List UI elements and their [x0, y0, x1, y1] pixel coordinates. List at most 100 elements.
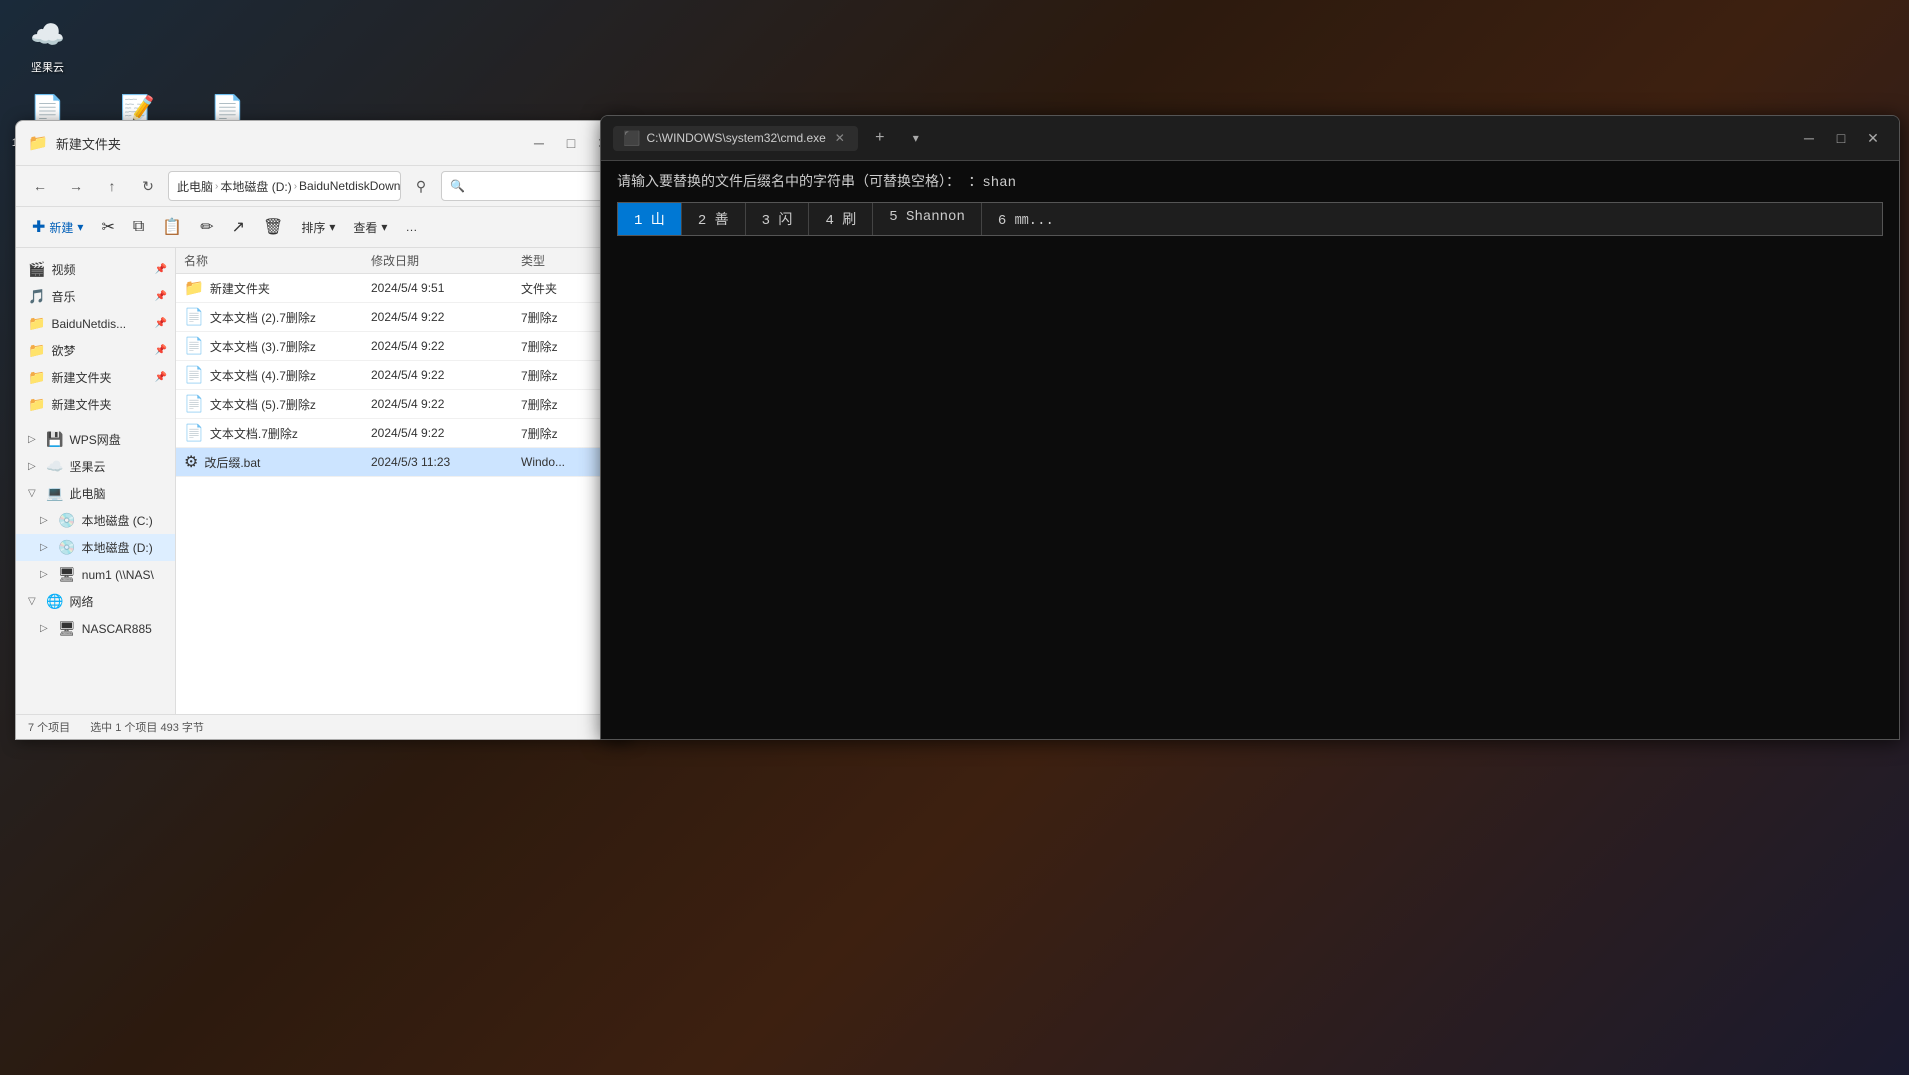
- sidebar-jianguoyun-label: 坚果云: [69, 458, 105, 475]
- file-modified: 2024/5/3 11:23: [371, 455, 521, 469]
- suggestion-item[interactable]: 2 善: [682, 203, 746, 235]
- maximize-button[interactable]: □: [557, 129, 585, 157]
- file-type-icon: ⚙: [184, 452, 198, 472]
- address-breadcrumb: 此电脑 › 本地磁盘 (D:) › BaiduNetdiskDownlo...: [177, 178, 401, 195]
- cmd-dropdown-button[interactable]: ▾: [902, 124, 930, 152]
- cmd-minimize-button[interactable]: ─: [1795, 124, 1823, 152]
- xiumeng-icon: 📁: [28, 342, 45, 359]
- new-button[interactable]: ✚ 新建 ▾: [24, 211, 91, 243]
- suggestion-item[interactable]: 5 Shannon: [873, 203, 982, 235]
- xinjian2-icon: 📁: [28, 396, 45, 413]
- wps-icon: 💾: [46, 431, 63, 448]
- sidebar-item-nasa885[interactable]: ▷ 🖥 NASCAR885: [16, 615, 175, 642]
- sidebar-item-video[interactable]: 🎬 视频 📌: [16, 256, 175, 283]
- search-icon-btn[interactable]: ⚲: [405, 170, 437, 202]
- sidebar-music-label: 音乐: [51, 288, 75, 305]
- pin-icon-music: 📌: [155, 291, 167, 302]
- jianguoyun-icon: ☁️: [24, 10, 72, 58]
- sidebar-item-wps[interactable]: ▷ 💾 WPS网盘: [16, 426, 175, 453]
- table-row[interactable]: 📁 新建文件夹 2024/5/4 9:51 文件夹: [176, 274, 629, 303]
- sidebar-item-xinjian2[interactable]: 📁 新建文件夹: [16, 391, 175, 418]
- file-name-cell: 📄 文本文档 (4).7删除z: [184, 365, 371, 385]
- copy-button[interactable]: ⧉: [125, 211, 152, 243]
- search-bar[interactable]: 🔍: [441, 171, 621, 201]
- view-label: 查看: [353, 219, 377, 236]
- sidebar-item-thispc[interactable]: ▽ 💻 此电脑: [16, 480, 175, 507]
- sidebar-item-local-d[interactable]: ▷ 💿 本地磁盘 (D:): [16, 534, 175, 561]
- cmd-tab-close-button[interactable]: ✕: [832, 130, 848, 146]
- network-arrow: ▽: [28, 596, 40, 607]
- table-row[interactable]: ⚙ 改后缀.bat 2024/5/3 11:23 Windo...: [176, 448, 629, 477]
- cmd-new-tab-button[interactable]: +: [866, 124, 894, 152]
- share-button[interactable]: ↗: [224, 211, 253, 243]
- cmd-content[interactable]: 请输入要替换的文件后缀名中的字符串（可替换空格）： ：shan 1 山2 善3 …: [601, 161, 1899, 739]
- suggestion-item[interactable]: 6 ㎜...: [982, 203, 1070, 235]
- table-row[interactable]: 📄 文本文档 (5).7删除z 2024/5/4 9:22 7删除z: [176, 390, 629, 419]
- sidebar-item-jianguoyun[interactable]: ▷ ☁️ 坚果云: [16, 453, 175, 480]
- rename-button[interactable]: ✏: [192, 211, 221, 243]
- sidebar-item-xiumeng[interactable]: 📁 欲梦 📌: [16, 337, 175, 364]
- desktop-icon-row-1: ☁️ 坚果云: [10, 10, 265, 75]
- suggestion-item[interactable]: 1 山: [618, 203, 682, 235]
- sidebar-local-c-label: 本地磁盘 (C:): [81, 512, 152, 529]
- copy-icon: ⧉: [133, 218, 144, 236]
- table-row[interactable]: 📄 文本文档.7删除z 2024/5/4 9:22 7删除z: [176, 419, 629, 448]
- sidebar-network-label: 网络: [69, 593, 93, 610]
- file-name-cell: 📄 文本文档 (2).7删除z: [184, 307, 371, 327]
- address-thispc: 此电脑: [177, 178, 213, 195]
- cmd-tab[interactable]: ⬛ C:\WINDOWS\system32\cmd.exe ✕: [613, 126, 858, 151]
- sort-button[interactable]: 排序 ▾: [293, 211, 343, 243]
- folder-icon: 📁: [28, 133, 48, 153]
- address-bar[interactable]: 此电脑 › 本地磁盘 (D:) › BaiduNetdiskDownlo...: [168, 171, 401, 201]
- sep2: ›: [294, 181, 297, 192]
- sidebar-video-label: 视频: [51, 261, 75, 278]
- baidu-icon: 📁: [28, 315, 45, 332]
- cut-button[interactable]: ✂: [93, 211, 122, 243]
- suggestion-item[interactable]: 3 闪: [746, 203, 810, 235]
- file-name: 文本文档 (4).7删除z: [210, 367, 316, 384]
- up-button[interactable]: ↑: [96, 170, 128, 202]
- num1-icon: 🖥: [58, 566, 76, 583]
- status-selected: 选中 1 个项目 493 字节: [90, 719, 204, 735]
- cmd-maximize-button[interactable]: □: [1827, 124, 1855, 152]
- num1-arrow: ▷: [40, 569, 52, 580]
- cmd-titlebar: ⬛ C:\WINDOWS\system32\cmd.exe ✕ + ▾ ─ □ …: [601, 116, 1899, 161]
- file-name: 文本文档 (2).7删除z: [210, 309, 316, 326]
- forward-button[interactable]: →: [60, 170, 92, 202]
- cmd-title-left: ⬛ C:\WINDOWS\system32\cmd.exe ✕ + ▾: [613, 124, 930, 152]
- desktop-icon-jianguoyun[interactable]: ☁️ 坚果云: [10, 10, 85, 75]
- delete-icon: 🗑: [263, 217, 283, 237]
- sidebar-thispc-label: 此电脑: [69, 485, 105, 502]
- minimize-button[interactable]: ─: [525, 129, 553, 157]
- address-disk: 本地磁盘 (D:): [220, 178, 291, 195]
- file-type-icon: 📄: [184, 307, 204, 327]
- cmd-window: ⬛ C:\WINDOWS\system32\cmd.exe ✕ + ▾ ─ □ …: [600, 115, 1900, 740]
- file-name: 文本文档 (5).7删除z: [210, 396, 316, 413]
- suggestion-item[interactable]: 4 刷: [809, 203, 873, 235]
- file-explorer-title-left: 📁 新建文件夹: [28, 133, 121, 153]
- table-row[interactable]: 📄 文本文档 (3).7删除z 2024/5/4 9:22 7删除z: [176, 332, 629, 361]
- view-button[interactable]: 查看 ▾: [345, 211, 395, 243]
- delete-button[interactable]: 🗑: [255, 211, 291, 243]
- sort-label: 排序: [301, 219, 325, 236]
- table-row[interactable]: 📄 文本文档 (2).7删除z 2024/5/4 9:22 7删除z: [176, 303, 629, 332]
- back-button[interactable]: ←: [24, 170, 56, 202]
- file-name: 改后缀.bat: [204, 454, 260, 471]
- sidebar-xinjian1-label: 新建文件夹: [51, 369, 111, 386]
- refresh-button[interactable]: ↻: [132, 170, 164, 202]
- table-row[interactable]: 📄 文本文档 (4).7删除z 2024/5/4 9:22 7删除z: [176, 361, 629, 390]
- pin-icon-baidu: 📌: [155, 318, 167, 329]
- sidebar-item-baidunetdisk[interactable]: 📁 BaiduNetdis... 📌: [16, 310, 175, 337]
- jianguoyun-sidebar-icon: ☁️: [46, 458, 63, 475]
- file-modified: 2024/5/4 9:22: [371, 368, 521, 382]
- sidebar-item-music[interactable]: 🎵 音乐 📌: [16, 283, 175, 310]
- more-options-button[interactable]: …: [397, 211, 425, 243]
- file-modified: 2024/5/4 9:22: [371, 426, 521, 440]
- file-name-cell: 📁 新建文件夹: [184, 278, 371, 298]
- sidebar-item-num1[interactable]: ▷ 🖥 num1 (\\NAS\: [16, 561, 175, 588]
- cmd-close-button[interactable]: ✕: [1859, 124, 1887, 152]
- sidebar-item-network[interactable]: ▽ 🌐 网络: [16, 588, 175, 615]
- sidebar-item-xinjian1[interactable]: 📁 新建文件夹 📌: [16, 364, 175, 391]
- paste-button[interactable]: 📋: [154, 211, 190, 243]
- sidebar-item-local-c[interactable]: ▷ 💿 本地磁盘 (C:): [16, 507, 175, 534]
